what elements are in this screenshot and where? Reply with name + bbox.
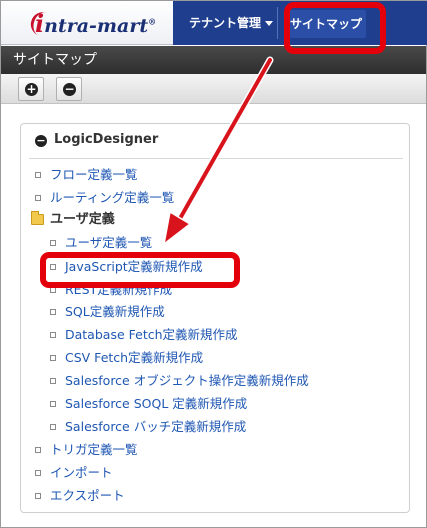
collapse-all-button[interactable]: − bbox=[56, 77, 82, 101]
nav-divider bbox=[277, 7, 278, 39]
bullet-icon bbox=[35, 172, 41, 178]
panel-header-label: LogicDesigner bbox=[54, 132, 159, 147]
toolbar: + − bbox=[1, 74, 426, 104]
minus-circle-icon: − bbox=[63, 82, 76, 96]
folder-icon bbox=[31, 211, 44, 225]
bullet-icon bbox=[35, 447, 41, 453]
bullet-icon bbox=[50, 355, 56, 361]
bullet-icon bbox=[50, 309, 56, 315]
collapse-icon: − bbox=[35, 134, 47, 147]
bullet-icon bbox=[35, 470, 41, 476]
panel-header-logicdesigner[interactable]: − LogicDesigner bbox=[35, 132, 158, 152]
nav-tenant-label: テナント管理 bbox=[189, 16, 262, 30]
highlight-box-sitemap bbox=[284, 2, 386, 54]
bullet-icon bbox=[50, 424, 56, 430]
bullet-icon bbox=[50, 240, 56, 246]
bullet-icon bbox=[50, 401, 56, 407]
panel-divider bbox=[29, 158, 403, 159]
intra-mart-logo[interactable]: intra-mart® bbox=[35, 9, 156, 38]
bullet-icon bbox=[35, 493, 41, 499]
nav-tenant-management[interactable]: テナント管理 bbox=[189, 1, 274, 45]
expand-all-button[interactable]: + bbox=[18, 77, 44, 101]
plus-circle-icon: + bbox=[25, 82, 38, 96]
chevron-down-icon bbox=[265, 21, 274, 26]
bullet-icon bbox=[50, 378, 56, 384]
bullet-icon bbox=[50, 332, 56, 338]
bullet-icon bbox=[35, 195, 41, 201]
highlight-box-javascript bbox=[40, 252, 240, 288]
